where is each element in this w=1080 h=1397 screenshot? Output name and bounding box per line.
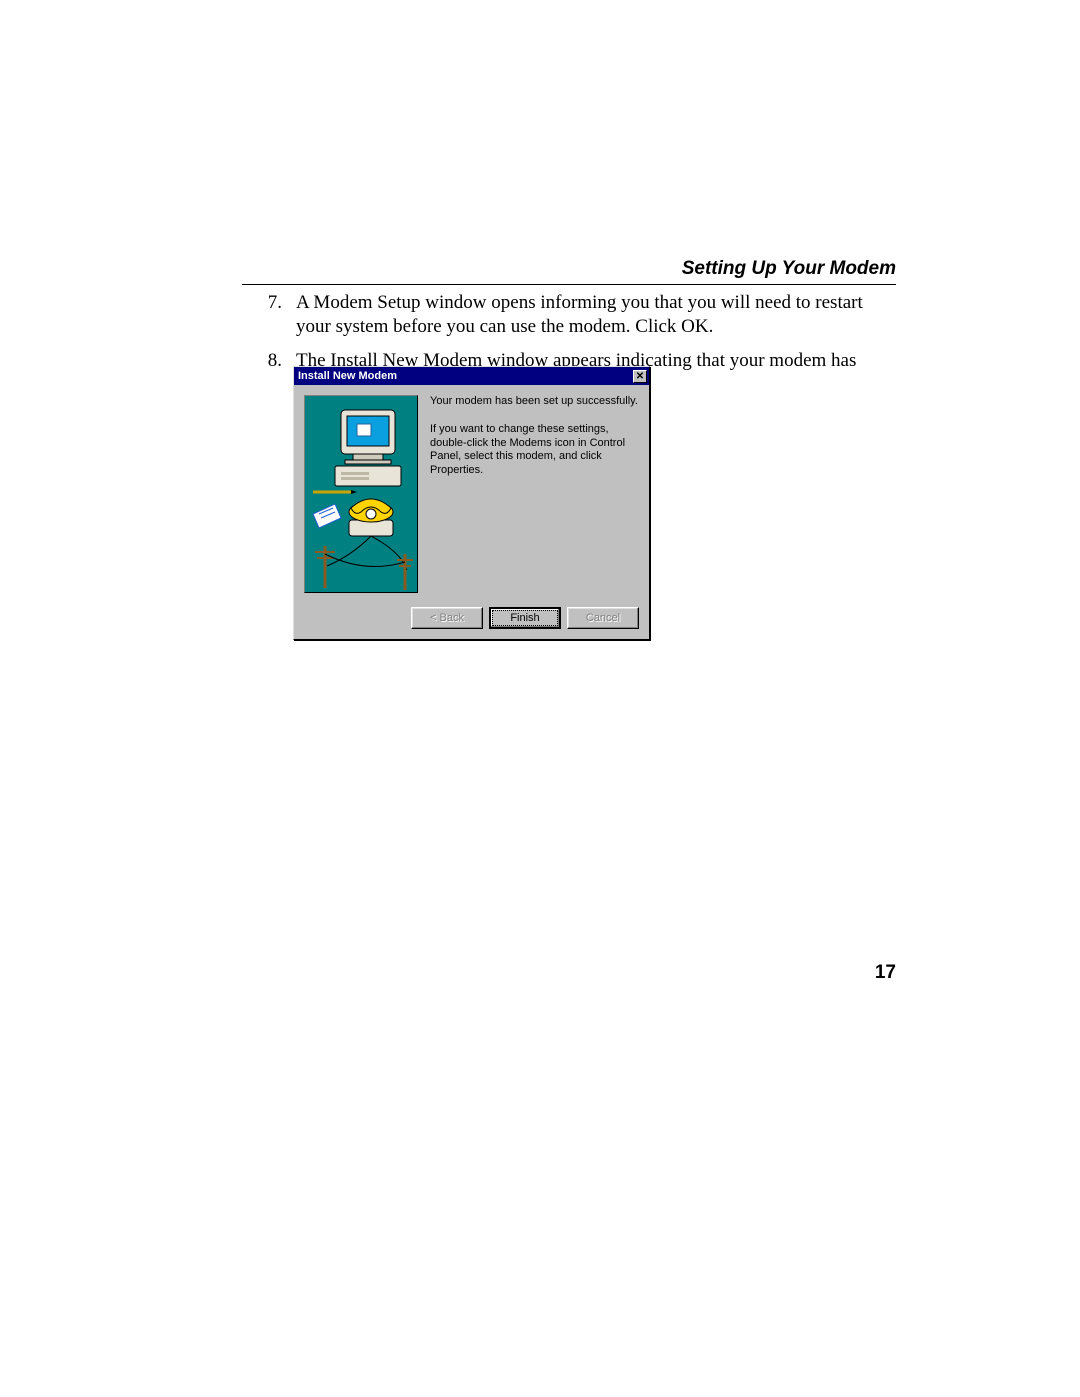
cancel-button: Cancel [567, 607, 639, 629]
dialog-text: Your modem has been set up successfully.… [430, 395, 639, 593]
header-rule [242, 284, 896, 285]
dialog-button-row: < Back Finish Cancel [294, 601, 649, 639]
finish-button[interactable]: Finish [489, 607, 561, 629]
back-button: < Back [411, 607, 483, 629]
page-number: 17 [875, 962, 896, 984]
dialog-title: Install New Modem [298, 370, 633, 382]
dialog-titlebar[interactable]: Install New Modem ✕ [294, 367, 649, 385]
install-new-modem-dialog: Install New Modem ✕ [293, 366, 650, 640]
step-number: 7. [242, 291, 296, 339]
dialog-message: Your modem has been set up successfully. [430, 395, 639, 409]
section-title: Setting Up Your Modem [242, 258, 896, 280]
document-page: Setting Up Your Modem 7. A Modem Setup w… [0, 0, 1080, 1397]
computer-phone-icon [305, 396, 417, 592]
dialog-body: Your modem has been set up successfully.… [294, 385, 649, 601]
close-icon[interactable]: ✕ [633, 370, 647, 383]
dialog-screenshot: Install New Modem ✕ [293, 366, 650, 640]
step-number: 8. [242, 349, 296, 397]
finish-button-label: Finish [492, 610, 558, 626]
wizard-graphic [304, 395, 418, 593]
step-text: A Modem Setup window opens informing you… [296, 291, 896, 339]
step-item: 7. A Modem Setup window opens informing … [242, 291, 896, 339]
dialog-message: If you want to change these settings, do… [430, 423, 639, 478]
